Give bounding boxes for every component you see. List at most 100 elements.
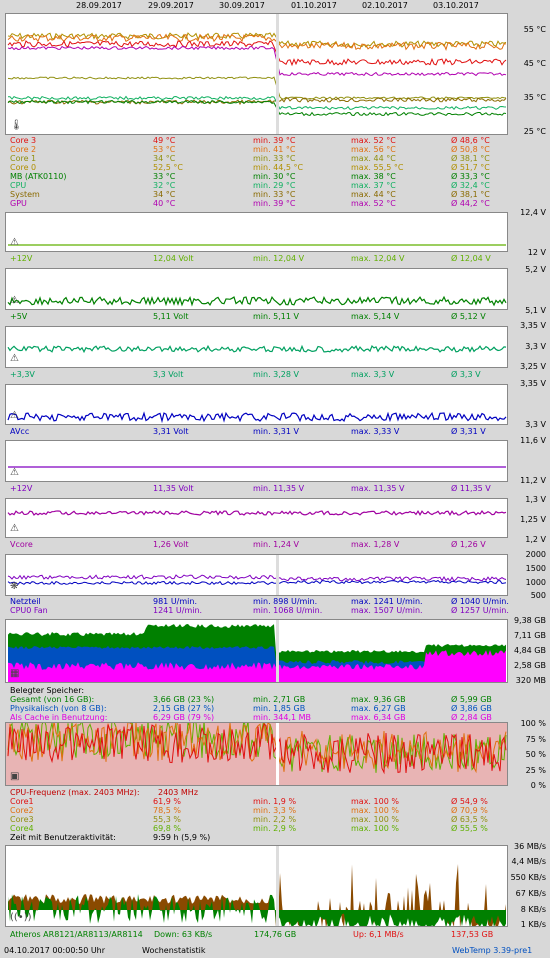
legend-avg: Ø 38,1 °C: [451, 190, 490, 199]
legend-avg: Ø 1,26 V: [451, 540, 486, 549]
network-icon: ((•)): [10, 912, 32, 923]
legend-name: MB (ATK0110): [10, 172, 67, 181]
fan-icon: ❋: [10, 581, 19, 592]
temperature-graph: 🌡: [5, 13, 508, 135]
legend-cur: 1241 U/min.: [153, 606, 203, 615]
cpu-chip-icon: ▣: [10, 771, 20, 782]
legend-avg: Ø 3,86 GB: [451, 704, 492, 713]
scale-label: 8 KB/s: [520, 905, 546, 914]
legend-avg: Ø 12,04 V: [451, 254, 491, 263]
legend-max: max. 6,34 GB: [351, 713, 406, 722]
legend-cur: 33 °C: [153, 172, 176, 181]
legend-row: Core 2 53 °C min. 41 °C max. 56 °C Ø 50,8 °C: [8, 145, 508, 154]
legend-min: min. 1,24 V: [253, 540, 299, 549]
user-activity-row: Zeit mit Benutzeraktivität: 9:59 h (5,9 …: [10, 833, 211, 842]
legend-max: max. 1241 U/min.: [351, 597, 423, 606]
legend-avg: Ø 63,5 %: [451, 815, 488, 824]
warning-icon: ⚠: [10, 353, 19, 364]
scale-label: 55 °C: [523, 25, 546, 34]
legend-min: min. 2,71 GB: [253, 695, 306, 704]
vcore-graph: ⚠: [5, 498, 508, 538]
legend-name: Physikalisch (von 8 GB):: [10, 704, 107, 713]
scale-label: 1,25 V: [520, 515, 546, 524]
legend-max: max. 100 %: [351, 824, 399, 833]
legend-avg: Ø 3,3 V: [451, 370, 481, 379]
legend-row: +5V 5,11 Volt min. 5,11 V max. 5,14 V Ø 5,12…: [8, 312, 508, 321]
legend-row: GPU 40 °C min. 39 °C max. 52 °C Ø 44,2 °C: [8, 199, 508, 208]
scale-label: 100 %: [520, 719, 546, 728]
scale-label: 11,6 V: [520, 436, 546, 445]
scale-label: 50 %: [525, 750, 546, 759]
legend-min: min. 3,28 V: [253, 370, 299, 379]
legend-row: Netzteil 981 U/min. min. 898 U/min. max. 12…: [8, 597, 509, 606]
legend-name: Als Cache in Benutzung:: [10, 713, 108, 722]
scale-label: 4,4 MB/s: [511, 857, 546, 866]
legend-avg: Ø 48,6 °C: [451, 136, 490, 145]
memory-header: Belegter Speicher:: [10, 686, 85, 695]
volt5-graph: ⚠: [5, 268, 508, 310]
legend-min: min. 3,3 %: [253, 806, 297, 815]
legend-min: min. 898 U/min.: [253, 597, 318, 606]
legend-min: min. 39 °C: [253, 199, 296, 208]
legend-cur: 52,5 °C: [153, 163, 183, 172]
legend-name: +12V: [10, 254, 33, 263]
legend-max: max. 6,27 GB: [351, 704, 406, 713]
cpu-frequency-row: CPU-Frequenz (max. 2403 MHz): 2403 MHz: [10, 788, 199, 797]
legend-min: min. 44,5 °C: [253, 163, 304, 172]
warning-icon: ⚠: [10, 410, 19, 421]
legend-min: min. 41 °C: [253, 145, 296, 154]
legend-cur: 3,31 Volt: [153, 427, 189, 436]
legend-cur: 5,11 Volt: [153, 312, 189, 321]
legend-cur: 55,3 %: [153, 815, 181, 824]
legend-avg: Ø 54,9 %: [451, 797, 488, 806]
legend-name: Gesamt (von 16 GB):: [10, 695, 95, 704]
legend-cur: 69,8 %: [153, 824, 181, 833]
legend-max: max. 44 °C: [351, 154, 396, 163]
legend-row: Core 0 52,5 °C min. 44,5 °C max. 55,5 °C Ø 5…: [8, 163, 508, 172]
legend-avg: Ø 70,9 %: [451, 806, 488, 815]
legend-max: max. 11,35 V: [351, 484, 405, 493]
legend-min: min. 33 °C: [253, 154, 296, 163]
statistics-mode: Wochenstatistik: [142, 946, 206, 955]
warning-icon: ⚠: [10, 295, 19, 306]
legend-row: +12V 12,04 Volt min. 12,04 V max. 12,04 V Ø …: [8, 254, 508, 263]
legend-cur: 32 °C: [153, 181, 176, 190]
legend-avg: Ø 2,84 GB: [451, 713, 492, 722]
scale-label: 7,11 GB: [513, 631, 546, 640]
scale-label: 5,1 V: [525, 306, 546, 315]
legend-name: System: [10, 190, 40, 199]
scale-label: 2000: [525, 550, 546, 559]
scale-label: 0 %: [530, 781, 546, 790]
network-graph: ((•)): [5, 845, 508, 927]
scale-label: 1,3 V: [525, 495, 546, 504]
legend-cur: 53 °C: [153, 145, 176, 154]
scale-label: 3,3 V: [525, 342, 546, 351]
app-version-link[interactable]: WebTemp 3.39-pre1: [452, 946, 532, 955]
scale-label: 1 KB/s: [520, 920, 546, 929]
legend-min: min. 3,31 V: [253, 427, 299, 436]
warning-icon: ⚠: [10, 523, 19, 534]
legend-avg: Ø 1040 U/min.: [451, 597, 509, 606]
scale-label: 75 %: [525, 735, 546, 744]
legend-row: Physikalisch (von 8 GB): 2,15 GB (27 %) mi…: [8, 704, 508, 713]
network-row: Atheros AR8121/AR8113/AR8114 Down: 63 KB…: [10, 930, 494, 939]
scale-label: 2,58 GB: [513, 661, 546, 670]
legend-min: min. 39 °C: [253, 136, 296, 145]
legend-min: min. 5,11 V: [253, 312, 299, 321]
legend-row: CPU0 Fan 1241 U/min. min. 1068 U/min. max. …: [8, 606, 509, 615]
scale-label: 67 KB/s: [515, 889, 546, 898]
legend-max: max. 12,04 V: [351, 254, 405, 263]
legend-row: System 34 °C min. 33 °C max. 44 °C Ø 38,1 °C: [8, 190, 508, 199]
legend-name: Core4: [10, 824, 34, 833]
legend-max: max. 38 °C: [351, 172, 396, 181]
date-label: 03.10.2017: [433, 1, 479, 10]
legend-avg: Ø 55,5 %: [451, 824, 488, 833]
legend-row: Vcore 1,26 Volt min. 1,24 V max. 1,28 V Ø 1,…: [8, 540, 508, 549]
legend-max: max. 100 %: [351, 815, 399, 824]
fan-graph: ❋: [5, 554, 508, 596]
legend-name: Core1: [10, 797, 34, 806]
legend-avg: Ø 38,1 °C: [451, 154, 490, 163]
legend-name: +3,3V: [10, 370, 35, 379]
legend-name: Core 2: [10, 145, 37, 154]
scale-label: 3,3 V: [525, 420, 546, 429]
